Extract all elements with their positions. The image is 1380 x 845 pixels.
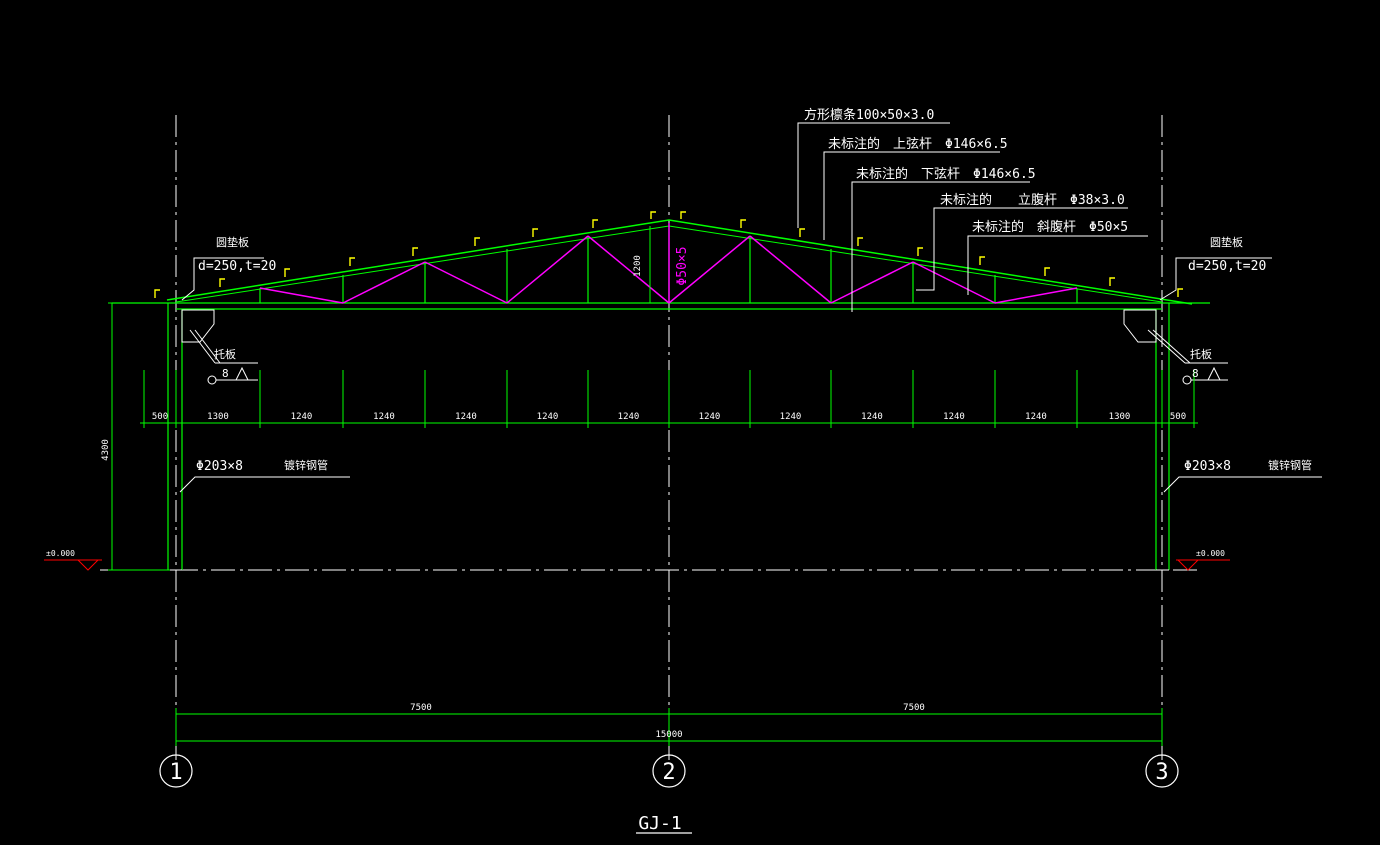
right-plate-label: 圆垫板 [1210,235,1243,249]
right-column-material: 镀锌钢管 [1268,458,1312,472]
axis-center-lines [175,115,1163,760]
panel-dimension-label: 1240 [699,412,721,422]
bottom-chord-callout: 未标注的 下弦杆 Φ146×6.5 [856,166,1036,182]
panel-dimension-label: 1240 [943,412,965,422]
panel-dimension-label: 1240 [455,412,477,422]
span-dimension-lines [175,708,1163,746]
left-elevation-marker [44,559,102,571]
axis-label-2: 2 [662,760,675,785]
left-plate-label: 圆垫板 [216,235,249,249]
panel-dimension-label: 1240 [861,412,883,422]
right-bracket-leader [1147,329,1228,385]
left-bracket-thickness: 8 [222,367,229,380]
left-elevation-label: ±0.000 [46,549,75,558]
panel-dimension-label: 500 [152,412,168,422]
column-height-label: 4300 [101,439,111,461]
left-bracket-label: 托板 [214,347,236,361]
top-chord-callout: 未标注的 上弦杆 Φ146×6.5 [828,136,1008,152]
right-span-label: 7500 [903,703,925,713]
axis-label-3: 3 [1155,760,1168,785]
right-elevation-marker [1176,559,1230,571]
axis-label-1: 1 [169,760,182,785]
left-span-label: 7500 [410,703,432,713]
truss-elevation-drawing: 500 1300 1240 1240 1240 1240 1240 1240 1240 1240 1… [44,107,1322,834]
total-span-label: 15000 [655,730,682,740]
right-bracket-thickness: 8 [1192,367,1199,380]
purlin-callout: 方形檩条100×50×3.0 [804,107,934,123]
panel-dimension-label: 1240 [291,412,313,422]
left-plate-spec: d=250,t=20 [198,259,276,274]
left-column-material: 镀锌钢管 [284,458,328,472]
panel-dimension-label: 1240 [373,412,395,422]
diagonal-web-callout: 未标注的 斜腹杆 Φ50×5 [972,219,1128,235]
left-bracket [181,309,215,343]
right-elevation-label: ±0.000 [1196,549,1225,558]
callout-leaders [179,122,1322,493]
panel-dimension-label: 1300 [207,412,229,422]
truss-height-label: 1200 [633,255,643,277]
height-dimension [108,226,651,571]
left-column-spec: Φ203×8 [196,459,243,474]
panel-dimension-label: 1240 [618,412,640,422]
right-column-spec: Φ203×8 [1184,459,1231,474]
panel-dimension-label: 1300 [1109,412,1131,422]
diagonal-web-members [259,223,1078,304]
vertical-web-callout: 未标注的 立腹杆 Φ38×3.0 [940,192,1125,208]
center-member-label: Φ50×5 [675,246,690,285]
right-bracket-label: 托板 [1190,347,1212,361]
right-bracket [1123,309,1157,343]
panel-dimension-label: 1240 [1025,412,1047,422]
panel-dimension-label: 500 [1170,412,1186,422]
right-plate-spec: d=250,t=20 [1188,259,1266,274]
drawing-title: GJ-1 [638,813,681,834]
panel-dimension-label: 1240 [537,412,559,422]
panel-dimension-label: 1240 [780,412,802,422]
